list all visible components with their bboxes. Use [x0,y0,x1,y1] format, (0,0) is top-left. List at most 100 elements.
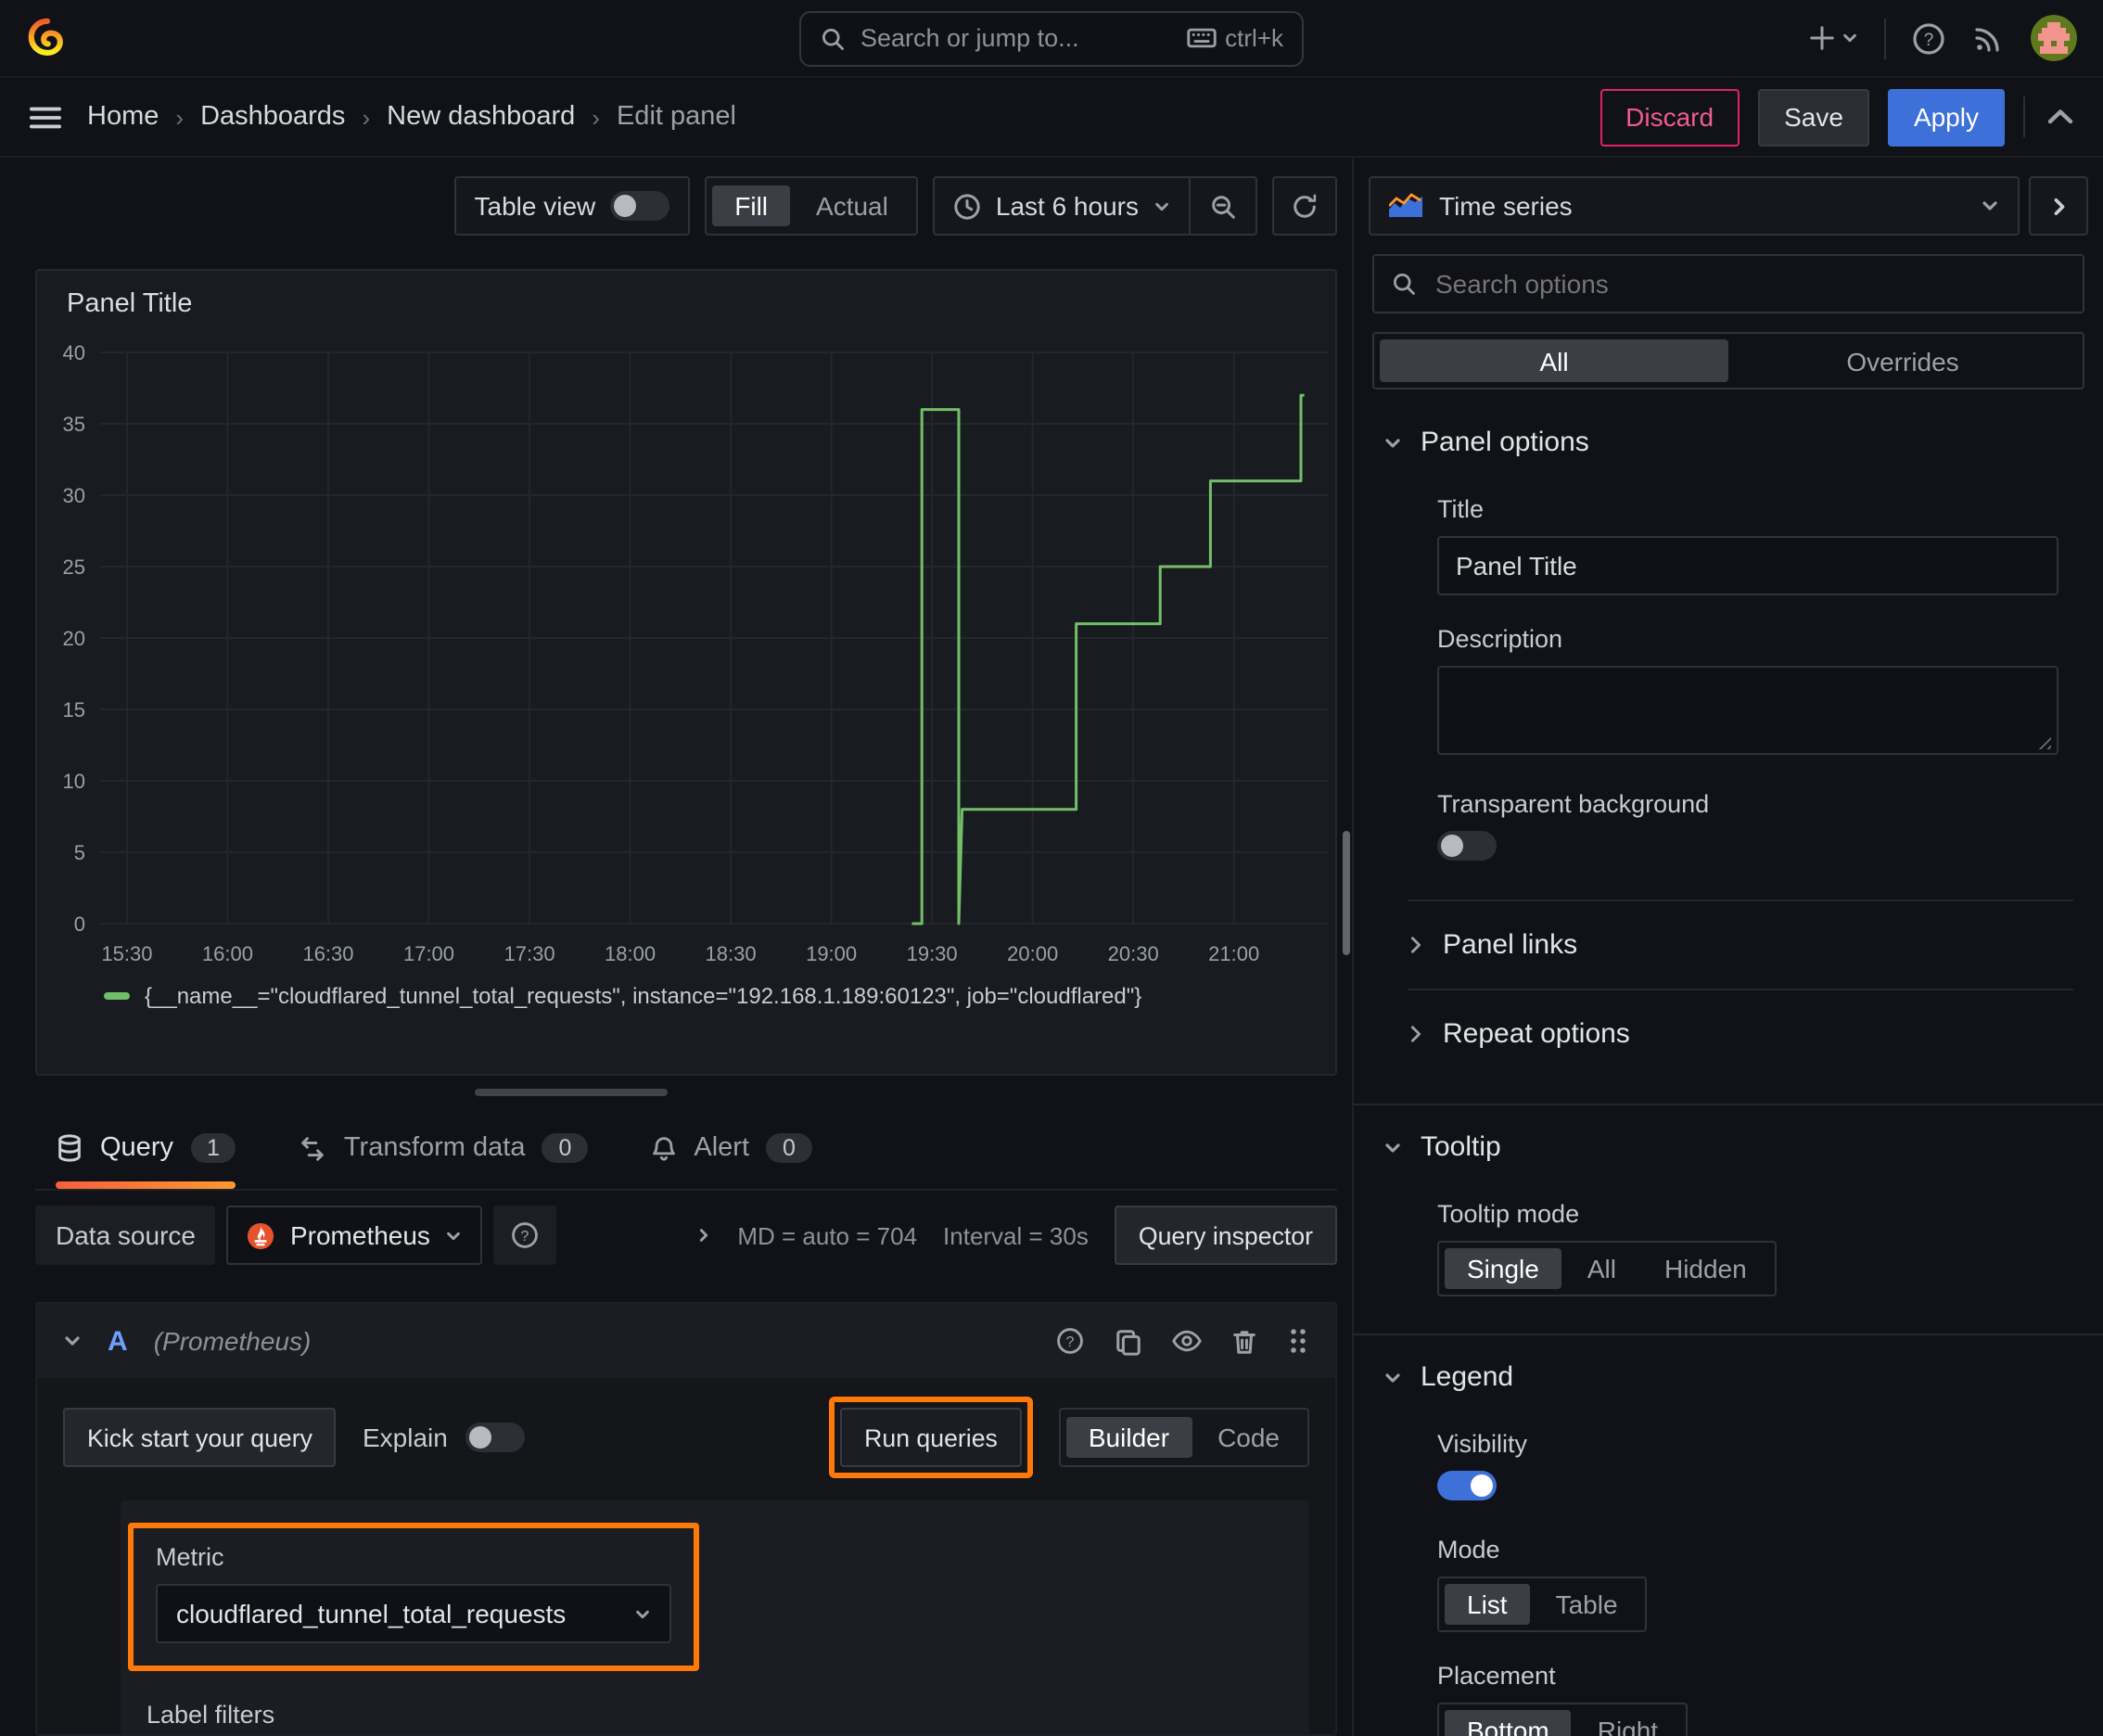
news-button[interactable] [1971,21,2005,55]
svg-text:10: 10 [63,770,85,793]
divider [1884,18,1886,58]
search-icon [822,27,844,49]
duplicate-query-button[interactable] [1115,1327,1142,1355]
help-button[interactable]: ? [1912,21,1945,55]
tooltip-mode-hidden[interactable]: Hidden [1642,1248,1769,1289]
toggle-viz-picker-button[interactable] [2029,176,2088,236]
save-button[interactable]: Save [1758,88,1869,146]
legend-placement-label: Placement [1437,1662,1556,1690]
visualization-picker[interactable]: Time series [1369,176,2020,236]
datasource-row: Data source Prometheus ? MD = auto = 704… [35,1206,1337,1265]
table-view-toggle[interactable] [610,191,670,221]
query-row-header[interactable]: A (Prometheus) ? [37,1304,1335,1378]
user-avatar[interactable] [2031,15,2077,61]
run-queries-button[interactable]: Run queries [840,1408,1022,1467]
apply-button[interactable]: Apply [1887,88,2005,146]
zoom-out-button[interactable] [1189,178,1255,234]
options-search[interactable] [1372,254,2084,313]
remove-query-button[interactable] [1231,1327,1257,1355]
visualization-name: Time series [1439,191,1573,221]
copy-icon [1116,1329,1141,1355]
grafana-logo[interactable] [26,17,69,59]
tab-query[interactable]: Query 1 [56,1107,237,1189]
chevron-right-icon [2053,197,2064,214]
new-menu-button[interactable] [1808,24,1858,52]
tooltip-mode-single[interactable]: Single [1445,1248,1561,1289]
panel-resize-handle[interactable] [475,1089,668,1096]
repeat-options-section[interactable]: Repeat options [1408,989,2073,1078]
time-range-controls: Last 6 hours [932,176,1257,236]
query-inspector-button[interactable]: Query inspector [1114,1206,1337,1265]
global-search-input[interactable]: Search or jump to... ctrl+k [799,10,1304,66]
search-icon [1393,273,1415,295]
datasource-label: Data source [35,1206,216,1265]
collapse-header-button[interactable] [2044,104,2077,130]
panel-view-toolbar: Table view Fill Actual Last 6 hours [35,176,1337,236]
datasource-picker[interactable]: Prometheus [226,1206,482,1265]
scrollbar-thumb[interactable] [1343,831,1350,955]
query-builder-body: Metric cloudflared_tunnel_total_requests… [121,1500,1309,1734]
time-series-chart[interactable]: 0 5 10 15 20 25 30 35 40 15:30 16:00 16:30 17:00 17:3… [37,323,1335,976]
breadcrumb-edit-panel: Edit panel [616,102,736,132]
breadcrumb-dashboards[interactable]: Dashboards [200,102,345,132]
svg-text:30: 30 [63,484,85,507]
panel-links-section[interactable]: Panel links [1408,900,2073,989]
breadcrumb-separator: › [362,103,371,131]
mega-menu-button[interactable] [26,99,65,134]
hide-query-button[interactable] [1172,1328,1202,1354]
metric-select[interactable]: cloudflared_tunnel_total_requests [156,1584,671,1643]
svg-text:5: 5 [74,841,85,864]
options-tab-all[interactable]: All [1380,339,1728,382]
transparent-bg-toggle[interactable] [1437,831,1497,861]
options-search-input[interactable] [1432,267,2066,300]
top-navbar: Search or jump to... ctrl+k ? [0,0,2103,78]
fill-option[interactable]: Fill [712,185,791,226]
options-tab-overrides[interactable]: Overrides [1728,339,2077,382]
refresh-button[interactable] [1272,176,1337,236]
explain-toggle[interactable] [465,1423,526,1452]
explain-control: Explain [363,1423,526,1452]
breadcrumb-home[interactable]: Home [87,102,159,132]
datasource-value: Prometheus [289,1220,430,1250]
builder-option[interactable]: Builder [1065,1417,1192,1458]
time-range-picker[interactable]: Last 6 hours [935,178,1189,234]
tooltip-mode-all[interactable]: All [1565,1248,1638,1289]
chevron-down-icon [636,1609,649,1618]
legend-placement-bottom[interactable]: Bottom [1445,1710,1572,1736]
discard-button[interactable]: Discard [1600,88,1740,146]
datasource-help-button[interactable]: ? [492,1206,556,1265]
breadcrumb-new-dashboard[interactable]: New dashboard [387,102,575,132]
legend-mode-list[interactable]: List [1445,1584,1530,1625]
table-view-label: Table view [474,191,596,221]
series-label[interactable]: {__name__="cloudflared_tunnel_total_requ… [145,983,1141,1009]
edit-panel-content: Table view Fill Actual Last 6 hours Pane… [0,158,2103,1736]
svg-text:15: 15 [63,698,85,721]
kick-start-button[interactable]: Kick start your query [63,1408,337,1467]
keyboard-icon [1186,28,1216,48]
tab-alert[interactable]: Alert 0 [651,1107,812,1189]
drag-query-handle[interactable] [1287,1326,1309,1356]
svg-text:17:00: 17:00 [403,942,454,965]
chevron-down-icon[interactable] [63,1332,82,1350]
panel-options-header[interactable]: Panel options [1354,401,2103,477]
legend-header[interactable]: Legend [1354,1335,2103,1411]
code-option[interactable]: Code [1195,1417,1302,1458]
tooltip-mode-label: Tooltip mode [1437,1200,1580,1228]
actual-option[interactable]: Actual [794,185,911,226]
chevron-right-icon[interactable] [695,1226,711,1245]
query-ref-id: A [108,1325,128,1357]
tab-transform[interactable]: Transform data 0 [300,1107,589,1189]
legend-visibility-toggle[interactable] [1437,1471,1497,1500]
legend-visibility-label: Visibility [1437,1430,1528,1458]
query-help-button[interactable]: ? [1055,1326,1085,1356]
description-textarea[interactable] [1437,666,2058,755]
max-data-points: MD = auto = 704 [737,1221,918,1249]
plus-icon [1810,26,1834,50]
legend-mode-table[interactable]: Table [1534,1584,1640,1625]
panel-preview[interactable]: Panel Title 0 5 10 15 20 25 30 35 40 15:30 16:00 16… [35,269,1337,1076]
tooltip-header[interactable]: Tooltip [1354,1105,2103,1181]
label-filters-label: Label filters [147,1701,275,1729]
panel-title-input[interactable] [1437,536,2058,595]
search-placeholder: Search or jump to... [860,24,1079,52]
legend-placement-right[interactable]: Right [1575,1710,1680,1736]
